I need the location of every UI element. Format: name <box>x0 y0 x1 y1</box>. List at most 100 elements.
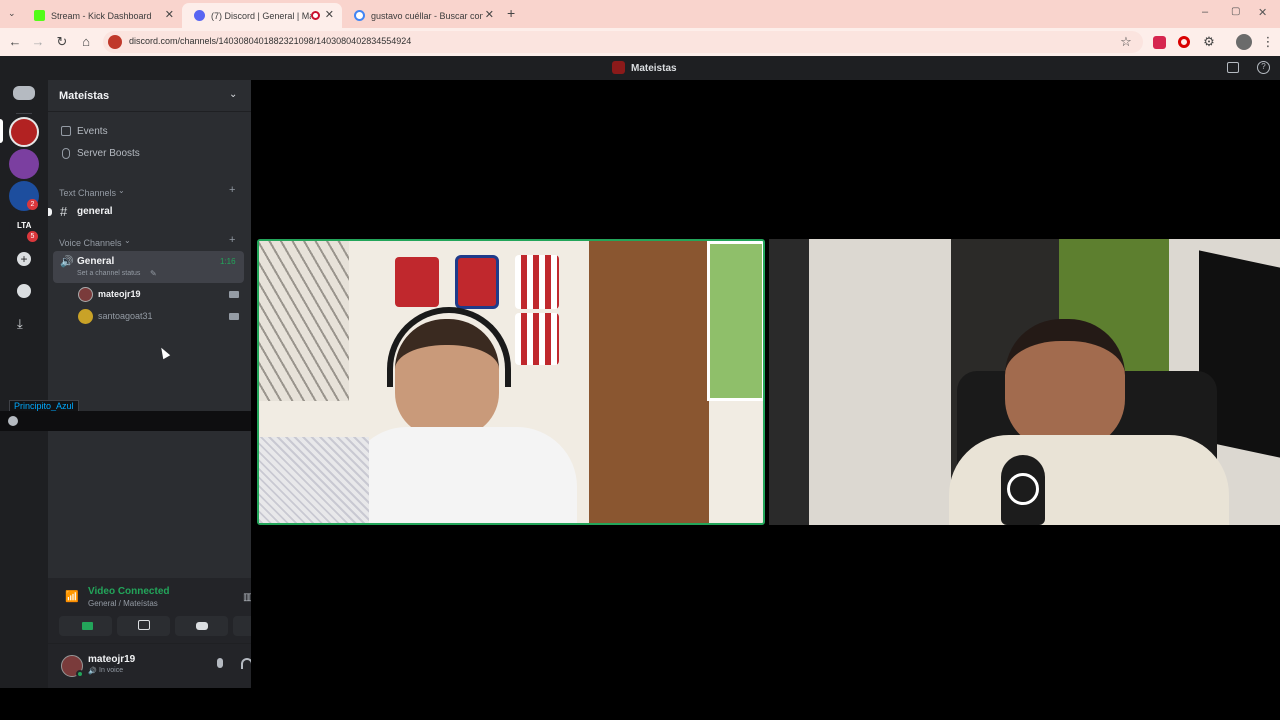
server-rail: 2 LTA 5 + ⤓ <box>0 80 48 688</box>
user-name[interactable]: mateojr19 <box>88 654 135 665</box>
browser-menu-icon[interactable]: ⋮ <box>1260 34 1276 50</box>
speaker-icon: 🔊 <box>88 668 97 675</box>
headphone-band <box>387 307 511 387</box>
tab-title: Stream - Kick Dashboard <box>51 10 152 21</box>
boost-icon <box>62 148 70 159</box>
avatar <box>78 309 93 324</box>
server-icon <box>612 61 625 74</box>
extension-adblock-icon[interactable] <box>1153 36 1166 49</box>
window-title: Mateistas <box>631 63 677 74</box>
address-bar[interactable]: discord.com/channels/1403080401882321098… <box>103 31 1143 53</box>
hashtag-icon: # <box>60 204 68 219</box>
chevron-down-icon[interactable]: ⌄ <box>229 89 237 100</box>
video-camera-icon <box>82 622 93 630</box>
forward-arrow-icon[interactable]: → <box>30 34 46 50</box>
signal-icon[interactable]: 📶 <box>65 590 79 603</box>
create-channel-plus-icon[interactable]: + <box>229 184 235 196</box>
video-tile-mateojr19[interactable] <box>257 239 765 525</box>
server-lta-label: LTA <box>17 221 32 230</box>
channel-status-prompt[interactable]: Set a channel status <box>77 270 140 277</box>
discover-compass-icon[interactable] <box>17 284 31 298</box>
close-tab-icon[interactable]: ✕ <box>165 8 174 21</box>
channel-sidebar: Mateístas ⌄ Events Server Boosts Text Ch… <box>48 80 286 688</box>
wooden-cabinet <box>589 241 709 523</box>
chevron-down-icon: ⌄ <box>124 236 131 245</box>
url-text: discord.com/channels/1403080401882321098… <box>129 36 412 46</box>
server-mateistas-icon[interactable] <box>9 117 39 147</box>
kick-favicon-icon <box>34 10 45 21</box>
voice-channels-category[interactable]: Voice Channels <box>59 238 122 248</box>
help-icon[interactable]: ? <box>1257 61 1270 74</box>
video-camera-icon <box>229 313 239 320</box>
add-server-icon[interactable]: + <box>17 252 31 266</box>
google-favicon-icon <box>354 10 365 21</box>
browser-toolbar: ← → ↻ ⌂ discord.com/channels/14030804018… <box>0 28 1280 56</box>
tab-google-search[interactable]: gustavo cuéllar - Buscar con Go ✕ <box>342 3 502 28</box>
server-boosts-link[interactable]: Server Boosts <box>77 148 140 159</box>
bed <box>259 437 369 523</box>
club-crest <box>455 255 499 309</box>
voice-timer: 1:16 <box>220 257 236 266</box>
server-name: Mateístas <box>59 90 110 102</box>
microphone-icon[interactable] <box>217 658 223 668</box>
home-icon[interactable]: ⌂ <box>78 34 94 50</box>
avatar <box>78 287 93 302</box>
discord-home-icon[interactable] <box>13 86 35 100</box>
wall-jersey <box>515 313 559 365</box>
person-icon <box>8 416 18 426</box>
tab-search-icon[interactable]: ⌄ <box>8 8 16 19</box>
new-tab-button[interactable]: + <box>507 5 515 21</box>
poster <box>707 241 763 401</box>
text-channels-category[interactable]: Text Channels <box>59 188 116 198</box>
close-tab-icon[interactable]: ✕ <box>485 8 494 21</box>
video-stage <box>251 80 1280 688</box>
extensions-puzzle-icon[interactable]: ⚙ <box>1201 34 1217 50</box>
tab-title: (7) Discord | General | Mate <box>211 10 311 21</box>
pencil-icon[interactable]: ✎ <box>150 269 157 278</box>
member-name: santoagoat31 <box>98 311 153 321</box>
connection-location[interactable]: General / Mateístas <box>88 599 158 608</box>
profile-avatar[interactable] <box>1236 34 1252 50</box>
discord-favicon-icon <box>194 10 205 21</box>
tab-title: gustavo cuéllar - Buscar con Go <box>371 10 483 21</box>
online-status-dot <box>76 670 84 678</box>
browser-tab-strip: ⌄ Stream - Kick Dashboard ✕ (7) Discord … <box>0 0 1280 28</box>
window-lattice <box>259 241 349 401</box>
screen-share-indicator-icon[interactable] <box>1227 62 1239 73</box>
person-head <box>1005 319 1125 449</box>
screen-share-icon <box>138 620 150 630</box>
video-tile-santoagoat31[interactable] <box>769 239 1280 525</box>
bookmark-star-icon[interactable]: ☆ <box>1118 34 1134 50</box>
events-link[interactable]: Events <box>77 126 108 137</box>
tab-kick-dashboard[interactable]: Stream - Kick Dashboard ✕ <box>22 3 182 28</box>
elgato-logo-icon <box>1007 473 1039 505</box>
server-icon-2[interactable] <box>9 149 39 179</box>
user-state: In voice <box>99 667 124 674</box>
recording-indicator-icon <box>311 11 320 20</box>
create-channel-plus-icon[interactable]: + <box>229 234 235 246</box>
wall-jersey <box>395 257 439 307</box>
site-info-icon[interactable] <box>108 35 122 49</box>
hover-user-name: Principito_Azul <box>14 401 74 411</box>
channel-general-text[interactable]: general <box>77 206 113 217</box>
speaker-icon: 🔊 <box>60 256 74 268</box>
wall-shadow <box>769 239 809 525</box>
close-window-button[interactable]: ✕ <box>1258 6 1267 19</box>
tab-discord[interactable]: (7) Discord | General | Mate ✕ <box>182 3 342 28</box>
close-tab-icon[interactable]: ✕ <box>325 8 334 21</box>
back-arrow-icon[interactable]: ← <box>7 34 23 50</box>
download-apps-icon[interactable]: ⤓ <box>17 316 23 332</box>
calendar-icon <box>61 126 71 136</box>
member-name: mateojr19 <box>98 289 141 299</box>
discord-titlebar: Mateistas ? <box>0 56 1280 80</box>
person-torso <box>347 427 577 523</box>
reload-icon[interactable]: ↻ <box>54 34 70 50</box>
mouse-cursor-icon <box>157 345 171 360</box>
rail-divider <box>16 113 32 114</box>
page-bottom-strip <box>0 688 1280 720</box>
maximize-window-button[interactable]: ▢ <box>1231 6 1240 17</box>
minimize-window-button[interactable]: – <box>1202 6 1208 18</box>
unread-indicator <box>48 208 52 216</box>
voice-channel-name: General <box>77 256 115 267</box>
extension-opera-icon[interactable] <box>1178 36 1190 48</box>
